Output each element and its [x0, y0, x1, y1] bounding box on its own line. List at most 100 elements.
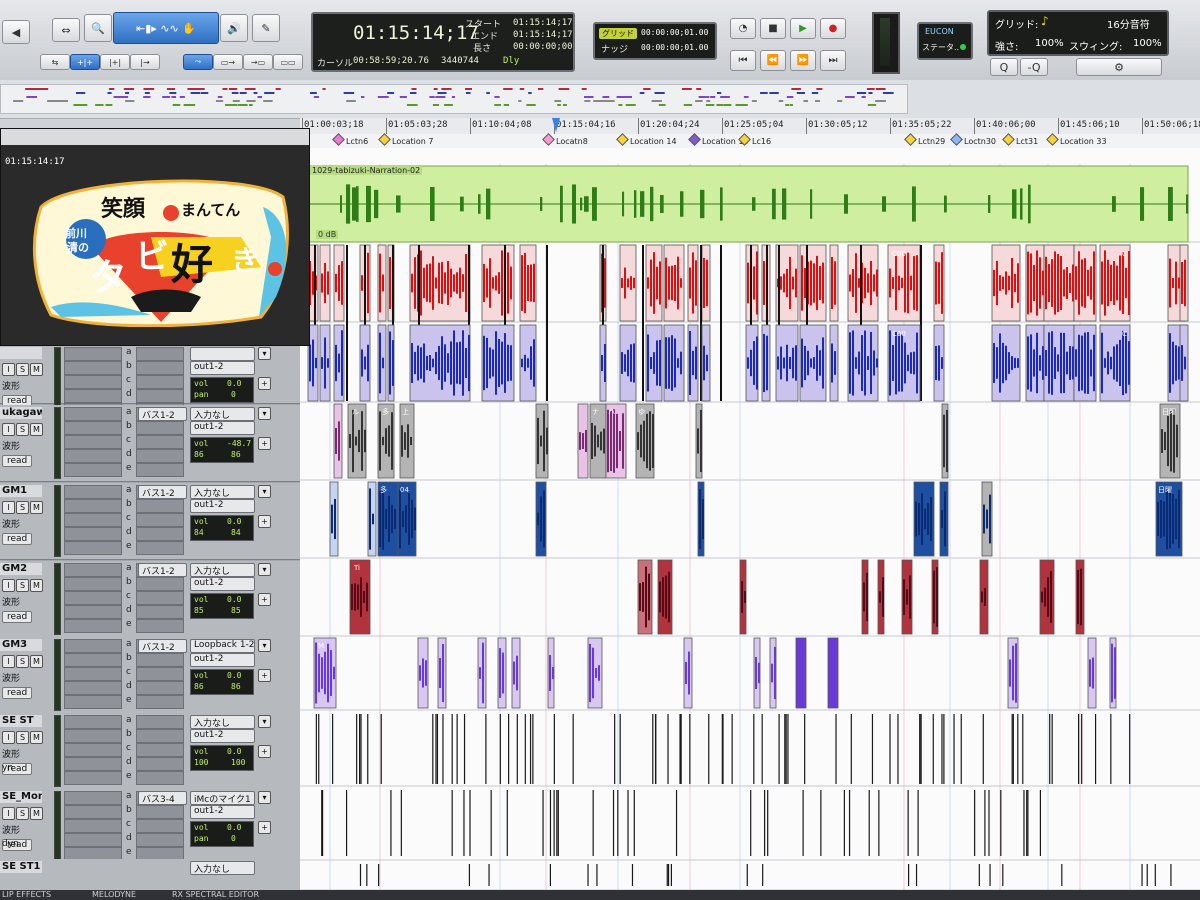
solo-button[interactable]: S [16, 501, 29, 514]
clip-wave[interactable] [870, 331, 872, 395]
clip-wave[interactable] [312, 339, 314, 387]
send-bus[interactable]: バス1-2 [138, 407, 187, 421]
clip-wave[interactable] [1036, 332, 1038, 394]
clip-wave[interactable] [479, 667, 481, 679]
clip-wave[interactable] [1184, 259, 1186, 307]
clip-wave[interactable] [417, 345, 419, 381]
grid-value[interactable]: 00:00:00;01.00 [641, 28, 708, 37]
clip-wave[interactable] [674, 338, 676, 388]
clip-wave[interactable] [335, 273, 337, 293]
clip-wave[interactable] [335, 427, 337, 455]
clip-wave[interactable] [595, 668, 597, 678]
clip-wave[interactable] [659, 339, 661, 387]
clip-wave[interactable] [364, 429, 366, 453]
clip-name-label[interactable]: C00 [892, 330, 906, 338]
clip-wave[interactable] [1009, 659, 1011, 687]
clip-wave[interactable] [465, 347, 467, 379]
clip-wave[interactable] [600, 431, 602, 451]
clip-wave[interactable] [804, 345, 806, 381]
se-clip-line[interactable] [442, 714, 444, 784]
input-monitor-button[interactable]: I [2, 423, 15, 436]
output-selector[interactable]: out1-2 [190, 421, 255, 435]
clip-wave[interactable] [324, 337, 326, 389]
clip-wave[interactable] [1090, 266, 1092, 300]
location-marker[interactable]: Loctn30 [950, 133, 996, 146]
se-clip-line[interactable] [1077, 714, 1080, 784]
se-st1-clip-line[interactable] [1061, 864, 1063, 886]
clip-wave[interactable] [327, 643, 329, 703]
se-clip-line[interactable] [485, 714, 487, 784]
clip-wave[interactable] [801, 338, 803, 388]
clip-wave[interactable] [892, 345, 894, 381]
se-clip-line[interactable] [804, 714, 806, 784]
clip-wave[interactable] [1081, 335, 1083, 391]
clip-name-label[interactable]: C [514, 330, 519, 338]
clip-wave[interactable] [465, 253, 467, 313]
track-name[interactable]: SE ST1 [0, 861, 42, 873]
clip-wave[interactable] [1093, 334, 1095, 392]
se-clip-line[interactable] [721, 714, 723, 784]
se-mono-clip-line[interactable] [451, 790, 453, 856]
clip-name-label[interactable]: ル [352, 408, 359, 416]
track-header[interactable]: GM2 I S M 波形 read a b c d e バス1-2 入力なし out1-2 vol 0.0… [0, 561, 300, 638]
marker-ruler[interactable]: Lctn6 Location 7 Locatn8 Location 14 Locatio… [300, 133, 1200, 149]
clip-wave[interactable] [414, 351, 416, 375]
clip-wave[interactable] [388, 495, 390, 543]
clip-name-label[interactable]: C00 [892, 250, 906, 258]
clip-wave[interactable] [1122, 252, 1124, 314]
se-clip-line[interactable] [367, 714, 369, 784]
clip-wave[interactable] [755, 657, 757, 689]
clip-wave[interactable] [1090, 349, 1092, 377]
se-st1-clip-line[interactable] [366, 864, 368, 886]
location-marker[interactable]: Lctn29 [904, 133, 945, 146]
se-st1-clip-line[interactable] [587, 864, 589, 886]
clip-wave[interactable] [315, 357, 317, 369]
clip-wave[interactable] [1107, 351, 1109, 375]
se-clip-line[interactable] [1017, 714, 1019, 784]
clip-wave[interactable] [1113, 261, 1115, 305]
location-marker[interactable]: Lc16 [738, 133, 771, 146]
track-header[interactable]: GM1 I S M 波形 read a b c d e バス1-2 入力なし out1-2 vol 0.0… [0, 483, 300, 560]
clip-name-label[interactable]: 多 [380, 485, 387, 494]
clip-wave[interactable] [357, 584, 359, 610]
clip-wave[interactable] [695, 260, 697, 306]
clip-wave[interactable] [603, 428, 605, 454]
output-selector[interactable]: out1-2 [190, 499, 255, 513]
clip-wave[interactable] [585, 429, 587, 453]
expand-icon[interactable]: + [258, 669, 271, 682]
clip-wave[interactable] [510, 266, 512, 300]
clip-wave[interactable] [382, 487, 384, 551]
clip-wave[interactable] [909, 575, 911, 619]
clip-wave[interactable] [763, 333, 765, 393]
clip-wave[interactable] [938, 262, 940, 304]
input-selector[interactable]: 入力なし [190, 715, 255, 729]
se-clip-line[interactable] [943, 714, 945, 784]
clip-wave[interactable] [1157, 502, 1159, 536]
clip-wave[interactable] [1057, 254, 1059, 312]
clip-wave[interactable] [1030, 334, 1032, 392]
clip-wave[interactable] [795, 268, 797, 298]
clip-wave[interactable] [645, 566, 647, 628]
clip-wave[interactable] [766, 335, 768, 391]
se-clip-line[interactable] [529, 714, 532, 784]
clip-wave[interactable] [941, 510, 943, 528]
se-st1-clip-line[interactable] [670, 864, 672, 886]
clip-wave[interactable] [659, 581, 661, 613]
se-clip-line[interactable] [835, 714, 837, 784]
edit-window-tracks[interactable]: C C00 C C C00 C ル多上ナハゆ日曜多 04 日曜 Ti M 1029-tabizuki… [300, 148, 1200, 890]
send-bus[interactable]: バス3-4 [138, 791, 187, 805]
clip-name-label[interactable]: 上 [402, 407, 409, 416]
track-options-icon[interactable]: ▾ [258, 347, 271, 360]
volume-value[interactable]: 0.0 [227, 595, 241, 604]
insert-slot[interactable] [64, 667, 122, 681]
solo-button[interactable]: S [16, 579, 29, 592]
clip-wave[interactable] [702, 498, 704, 540]
clip-wave[interactable] [999, 333, 1001, 393]
clip-wave[interactable] [703, 345, 705, 381]
clip-wave[interactable] [435, 351, 437, 375]
clip-wave[interactable] [1161, 429, 1163, 453]
send-bus[interactable]: バス1-2 [138, 485, 187, 499]
clip-wave[interactable] [537, 417, 539, 465]
clip-wave[interactable] [1111, 643, 1113, 703]
clip-wave[interactable] [1008, 275, 1010, 291]
